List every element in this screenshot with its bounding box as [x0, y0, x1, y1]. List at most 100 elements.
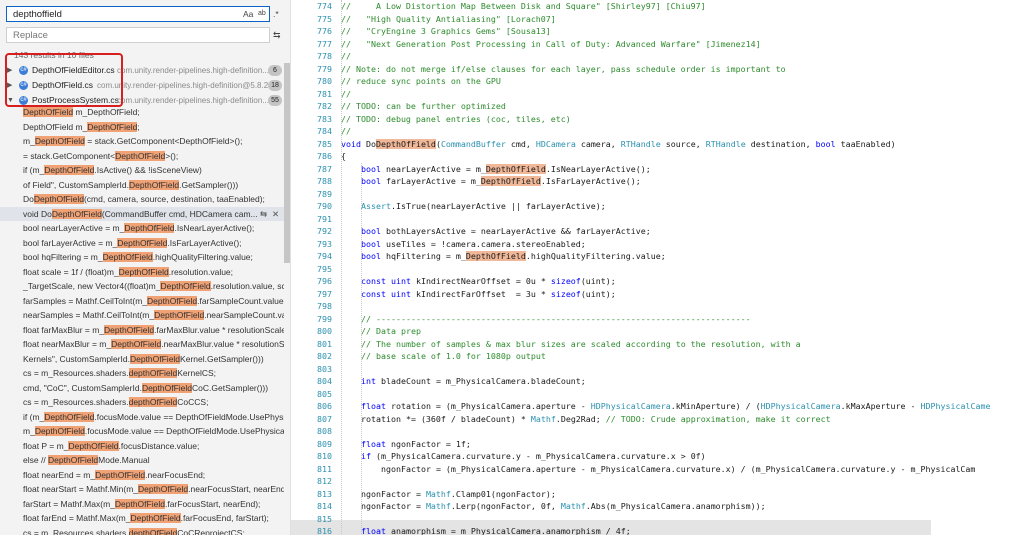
code-line[interactable]: float rotation = (m_PhysicalCamera.apert…	[361, 400, 990, 413]
code-line[interactable]: // base scale of 1.0 for 1080p output	[361, 350, 546, 363]
code-line[interactable]: bool nearLayerActive = m_DepthOfField.Is…	[361, 163, 651, 176]
code-line[interactable]: const uint kIndirectNearOffset = 0u * si…	[361, 275, 616, 288]
line-number: 816	[317, 526, 332, 535]
match-result[interactable]: float nearMaxBlur = m_DepthOfField.nearM…	[0, 337, 284, 352]
match-result[interactable]: cs = m_Resources.shaders.depthOfFieldCoC…	[0, 395, 284, 410]
search-input[interactable]: depthoffield	[6, 6, 270, 22]
match-result[interactable]: bool hqFiltering = m_DepthOfField.highQu…	[0, 250, 284, 265]
code-line[interactable]: //	[341, 50, 351, 63]
code-line[interactable]: if (m_PhysicalCamera.curvature.y - m_Phy…	[361, 450, 706, 463]
code-line[interactable]: ngonFactor = Mathf.Clamp01(ngonFactor);	[361, 488, 556, 501]
match-result[interactable]: bool nearLayerActive = m_DepthOfField.Is…	[0, 221, 284, 236]
match-result[interactable]: cs = m_Resources.shaders.depthOfFieldKer…	[0, 366, 284, 381]
dismiss-icon[interactable]: ✕	[272, 207, 279, 222]
replace-icon[interactable]: ⇆	[260, 207, 267, 222]
line-number: 791	[317, 213, 332, 224]
match-result[interactable]: farSamples = Mathf.CeilToInt(m_DepthOfFi…	[0, 294, 284, 309]
match-result[interactable]: DepthOfField m_DepthOfField;	[0, 120, 284, 135]
match-result[interactable]: cs = m_Resources.shaders.depthOfFieldCoC…	[0, 526, 284, 535]
code-token: (m_PhysicalCamera.curvature.y - m_Physic…	[371, 451, 706, 461]
code-line[interactable]: // A Low Distortion Map Between Disk and…	[341, 0, 706, 13]
match-text: float nearEnd = m_	[23, 469, 96, 480]
chevron-right-icon[interactable]: ▶	[7, 63, 15, 78]
code-editor[interactable]: 774 775 776 777 778 779 780 781 782 783 784 785 786 7…	[291, 0, 1024, 535]
match-result[interactable]: float nearStart = Mathf.Min(m_DepthOfFie…	[0, 482, 284, 497]
code-token: // Note: do not merge if/else clauses fo…	[341, 63, 786, 74]
match-result[interactable]: of Field", CustomSamplerId.DepthOfField.…	[0, 178, 284, 193]
line-number: 778	[317, 51, 332, 61]
match-text: m_	[23, 136, 35, 146]
code-line[interactable]: bool useTiles = !camera.camera.stereoEna…	[361, 238, 586, 251]
match-result[interactable]: bool farLayerActive = m_DepthOfField.IsF…	[0, 236, 284, 251]
code-line[interactable]: rotation *= (360f / bladeCount) * Mathf.…	[361, 413, 831, 426]
code-line[interactable]: // "CryEngine 3 Graphics Gems" [Sousa13]	[341, 25, 551, 38]
match-result[interactable]: float farMaxBlur = m_DepthOfField.farMax…	[0, 323, 284, 338]
code-token: int	[361, 376, 376, 386]
match-result[interactable]: float P = m_DepthOfField.focusDistance.v…	[0, 439, 284, 454]
match-result[interactable]: float farEnd = Mathf.Max(m_DepthOfField.…	[0, 511, 284, 526]
match-result[interactable]: DoDepthOfField(cmd, camera, source, dest…	[0, 192, 284, 207]
chevron-right-icon[interactable]: ▶	[7, 78, 15, 93]
code-line[interactable]: //	[341, 125, 351, 138]
match-result[interactable]: if (m_DepthOfField.focusMode.value == De…	[0, 410, 284, 425]
match-result[interactable]: nearSamples = Mathf.CeilToInt(m_DepthOfF…	[0, 308, 284, 323]
code-line[interactable]: bool bothLayersActive = nearLayerActive …	[361, 225, 651, 238]
code-line[interactable]: // TODO: debug panel entries (coc, tiles…	[341, 113, 571, 126]
code-line[interactable]: // Note: do not merge if/else clauses fo…	[341, 63, 786, 76]
code-line[interactable]: // reduce sync points on the GPU	[341, 75, 501, 88]
code-token: // reduce sync points on the GPU	[341, 76, 501, 86]
code-line[interactable]: float anamorphism = m_PhysicalCamera.ana…	[361, 525, 631, 535]
whole-word-toggle[interactable]: ab	[258, 10, 266, 17]
code-line[interactable]: // Data prep	[361, 325, 421, 338]
match-result[interactable]: void DoDepthOfField(CommandBuffer cmd, H…	[0, 206, 284, 222]
code-line[interactable]: //	[341, 88, 351, 101]
code-line[interactable]: const uint kIndirectFarOffset = 3u * siz…	[361, 288, 616, 301]
match-text: bool hqFiltering = m_	[23, 252, 103, 262]
regex-toggle[interactable]: .*	[273, 9, 279, 19]
code-token: destination,	[745, 138, 816, 149]
code-token: .IsFarLayerActive();	[540, 176, 641, 186]
file-list: ▶ c# DepthOfFieldEditor.cs com.unity.ren…	[0, 63, 290, 108]
match-text: = stack.GetComponent<	[23, 150, 116, 161]
match-highlight: DepthOfField	[138, 484, 189, 494]
replace-all-icon[interactable]: ⇆	[273, 30, 281, 41]
code-line[interactable]: // "Next Generation Post Processing in C…	[341, 38, 761, 51]
code-line[interactable]: void DoDepthOfField(CommandBuffer cmd, H…	[341, 138, 896, 151]
match-text: .resolution.value;	[168, 266, 234, 277]
match-result[interactable]: m_DepthOfField.focusMode.value == DepthO…	[0, 424, 284, 439]
match-result[interactable]: DepthOfField m_DepthOfField;	[0, 105, 284, 120]
code-line[interactable]: // "High Quality Antialiasing" [Lorach07…	[341, 13, 556, 26]
match-result[interactable]: farStart = Mathf.Max(m_DepthOfField.farF…	[0, 497, 284, 512]
match-result[interactable]: if (m_DepthOfField.IsActive() && !isScen…	[0, 163, 284, 178]
code-line[interactable]: ngonFactor = Mathf.Lerp(ngonFactor, 0f, …	[361, 500, 766, 513]
file-result[interactable]: ▶ c# DepthOfFieldEditor.cs com.unity.ren…	[0, 63, 290, 78]
code-line[interactable]: // -------------------------------------…	[361, 313, 751, 326]
replace-input[interactable]: Replace	[6, 27, 270, 43]
code-line[interactable]: // The number of samples & max blur size…	[361, 338, 801, 351]
match-text: float farEnd = Mathf.Max(m_	[23, 513, 131, 523]
code-line[interactable]: bool farLayerActive = m_DepthOfField.IsF…	[361, 175, 641, 188]
match-result[interactable]: Kernels", CustomSamplerId.DepthOfFieldKe…	[0, 352, 284, 367]
match-result[interactable]: float scale = 1f / (float)m_DepthOfField…	[0, 265, 284, 280]
match-result[interactable]: cmd, "CoC", CustomSamplerId.DepthOfField…	[0, 381, 284, 396]
code-line[interactable]: bool hqFiltering = m_DepthOfField.highQu…	[361, 250, 666, 263]
file-result[interactable]: ▶ c# DepthOfField.cs com.unity.render-pi…	[0, 78, 290, 93]
code-token: // The number of samples & max blur size…	[361, 338, 801, 349]
match-result[interactable]: m_DepthOfField = stack.GetComponent<Dept…	[0, 134, 284, 149]
code-line[interactable]: float ngonFactor = 1f;	[361, 438, 471, 451]
match-case-toggle[interactable]: Aa	[243, 9, 253, 19]
match-result[interactable]: else // DepthOfFieldMode.Manual	[0, 453, 284, 468]
results-scrollbar[interactable]	[284, 63, 290, 263]
match-result[interactable]: = stack.GetComponent<DepthOfField>();	[0, 149, 284, 164]
line-number: 813	[317, 488, 332, 499]
match-result[interactable]: float nearEnd = m_DepthOfField.nearFocus…	[0, 468, 284, 483]
match-result[interactable]: _TargetScale, new Vector4((float)m_Depth…	[0, 279, 284, 294]
code-line[interactable]: int bladeCount = m_PhysicalCamera.bladeC…	[361, 375, 586, 388]
code-line[interactable]: Assert.IsTrue(nearLayerActive || farLaye…	[361, 200, 606, 213]
match-highlight: DepthOfField	[23, 107, 74, 117]
code-token: sizeof	[550, 288, 581, 299]
code-line[interactable]: ngonFactor = (m_PhysicalCamera.aperture …	[381, 463, 975, 476]
code-line[interactable]: // TODO: can be further optimized	[341, 100, 506, 113]
match-text: .IsNearLayerActive();	[174, 223, 255, 233]
line-number: 796	[317, 276, 332, 286]
